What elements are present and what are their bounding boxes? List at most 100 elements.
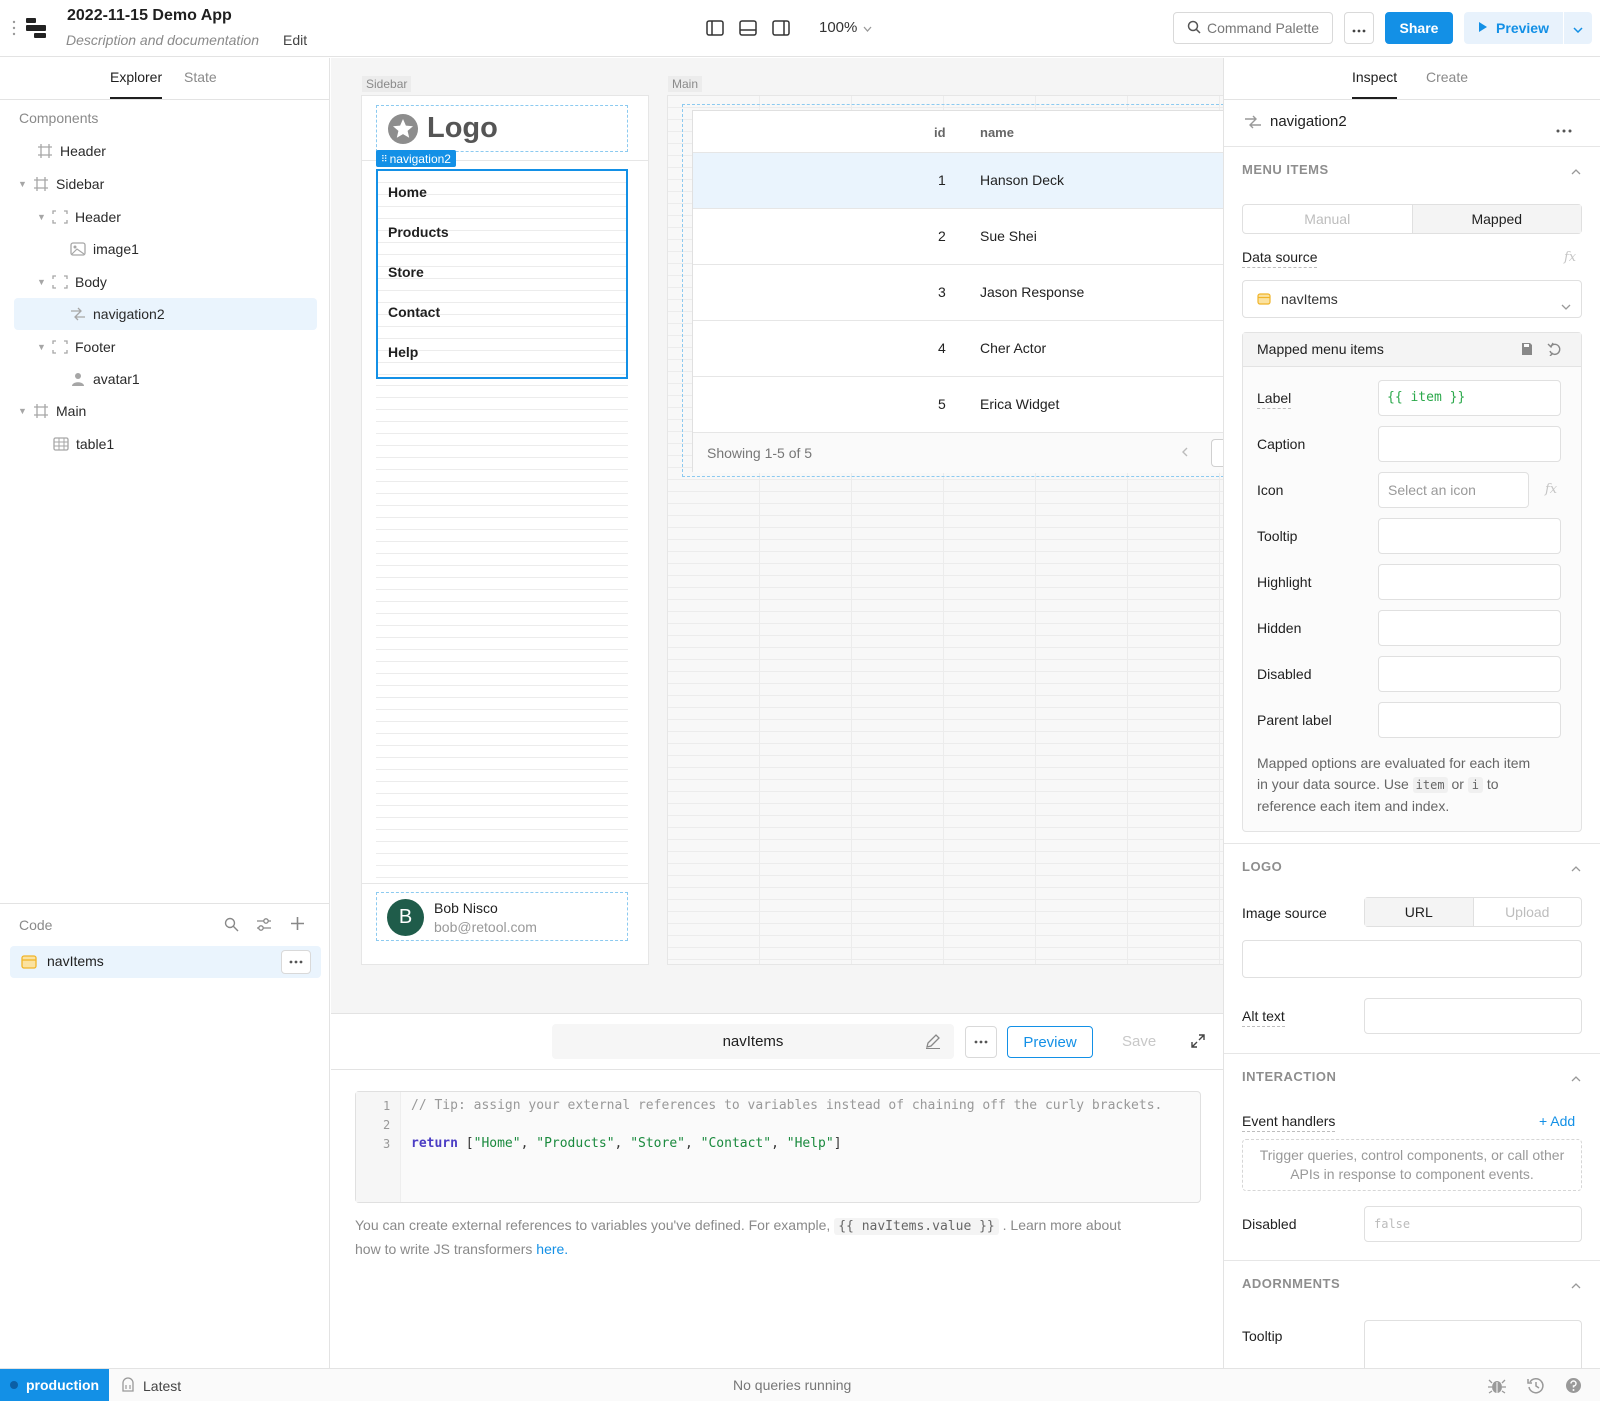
tree-item-header[interactable]: Header (22, 135, 106, 167)
nav-item-help[interactable]: Help (388, 344, 418, 360)
icon-select[interactable]: Select an icon (1378, 472, 1529, 508)
table-row[interactable]: 4 Cher Actor (693, 321, 1225, 377)
environment-badge[interactable]: production (0, 1369, 109, 1401)
highlight-input[interactable] (1378, 564, 1561, 600)
caret-down-icon[interactable]: ▼ (18, 406, 30, 416)
hidden-input[interactable] (1378, 610, 1561, 646)
column-header-name[interactable]: name (980, 125, 1014, 140)
app-description[interactable]: Description and documentation (66, 32, 259, 48)
fx-icon[interactable]: fx (1564, 250, 1576, 265)
adornments-tooltip-input[interactable] (1364, 1320, 1582, 1368)
data-source-select[interactable]: navItems (1242, 280, 1582, 318)
image-url-input[interactable] (1242, 940, 1582, 978)
toggle-right-panel-icon[interactable] (772, 20, 790, 39)
sidebar-frame[interactable]: Logo ⠿ navigation2 Home Products Store C… (361, 95, 649, 965)
nav-item-store[interactable]: Store (388, 264, 424, 280)
sidebar-frame-tag[interactable]: Sidebar (362, 76, 412, 92)
table1[interactable]: id name 1 Hanson Deck 2 Sue Shei 3 Jason… (692, 110, 1225, 473)
caret-down-icon[interactable]: ▼ (37, 277, 49, 287)
tree-item-sidebar-header[interactable]: ▼ Header (37, 201, 121, 233)
search-code-icon[interactable] (224, 917, 239, 935)
mode-mapped-button[interactable]: Mapped (1412, 205, 1581, 233)
toggle-left-panel-icon[interactable] (706, 20, 724, 39)
section-title-logo[interactable]: LOGO (1242, 859, 1282, 874)
tree-item-avatar1[interactable]: avatar1 (67, 363, 140, 395)
section-title-adornments[interactable]: ADORNMENTS (1242, 1276, 1340, 1291)
image-source-url-button[interactable]: URL (1365, 898, 1474, 926)
version-selector[interactable]: Latest (121, 1377, 181, 1395)
edit-description-link[interactable]: Edit (283, 32, 307, 48)
image-source-upload-button[interactable]: Upload (1474, 898, 1582, 926)
table-row[interactable]: 1 Hanson Deck (693, 153, 1225, 209)
drag-handle-icon[interactable] (12, 20, 16, 36)
avatar-component[interactable]: B Bob Nisco bob@retool.com (376, 892, 628, 941)
chevron-up-icon[interactable] (1571, 1069, 1581, 1085)
tree-item-sidebar[interactable]: ▼ Sidebar (18, 168, 104, 200)
tab-state[interactable]: State (184, 69, 217, 97)
editor-more-button[interactable] (965, 1026, 997, 1058)
reset-icon[interactable] (1547, 341, 1561, 359)
table-row[interactable]: 5 Erica Widget (693, 377, 1225, 433)
selected-component-badge[interactable]: ⠿ navigation2 (376, 150, 456, 167)
toggle-bottom-panel-icon[interactable] (739, 20, 757, 39)
caret-down-icon[interactable]: ▼ (37, 342, 49, 352)
code-item-navitems[interactable]: navItems (10, 946, 321, 978)
more-options-button[interactable] (1344, 12, 1374, 44)
parent-label-input[interactable] (1378, 702, 1561, 738)
tree-item-footer[interactable]: ▼ Footer (37, 331, 115, 363)
component-menu-icon[interactable] (1556, 120, 1572, 136)
tree-item-navigation2[interactable]: navigation2 (67, 298, 165, 330)
logo-image[interactable]: Logo (376, 105, 628, 152)
query-name-field[interactable]: navItems (552, 1024, 954, 1059)
caret-down-icon[interactable]: ▼ (37, 212, 49, 222)
caret-down-icon[interactable]: ▼ (18, 179, 30, 189)
bug-icon[interactable] (1488, 1377, 1506, 1397)
tab-explorer[interactable]: Explorer (110, 69, 163, 99)
tab-inspect[interactable]: Inspect (1352, 69, 1398, 99)
add-code-icon[interactable] (290, 916, 305, 934)
expand-icon[interactable] (1191, 1034, 1205, 1051)
tree-item-image1[interactable]: image1 (67, 233, 139, 265)
interaction-disabled-input[interactable]: false (1364, 1206, 1582, 1242)
inspected-component-name[interactable]: navigation2 (1270, 113, 1347, 130)
chevron-left-icon[interactable] (1181, 445, 1189, 461)
help-icon[interactable] (1565, 1377, 1582, 1397)
navigation-component[interactable]: Home Products Store Contact Help (376, 169, 628, 379)
mode-manual-button[interactable]: Manual (1243, 205, 1413, 233)
label-input[interactable]: {{ item }} (1378, 380, 1561, 416)
chevron-up-icon[interactable] (1571, 162, 1581, 178)
add-event-handler-button[interactable]: + Add (1539, 1113, 1575, 1129)
preview-dropdown-button[interactable] (1564, 12, 1592, 44)
chevron-up-icon[interactable] (1571, 859, 1581, 875)
tab-create[interactable]: Create (1426, 69, 1468, 97)
pencil-edit-icon[interactable] (925, 1033, 941, 1052)
code-item-menu-button[interactable] (281, 950, 311, 974)
chevron-up-icon[interactable] (1571, 1276, 1581, 1292)
caption-input[interactable] (1378, 426, 1561, 462)
section-title-menu-items[interactable]: MENU ITEMS (1242, 162, 1329, 177)
editor-preview-button[interactable]: Preview (1007, 1026, 1093, 1058)
tree-item-table1[interactable]: table1 (50, 428, 114, 460)
zoom-select[interactable]: 100% (819, 19, 872, 36)
tooltip-input[interactable] (1378, 518, 1561, 554)
column-header-id[interactable]: id (934, 125, 946, 140)
section-title-interaction[interactable]: INTERACTION (1242, 1069, 1336, 1084)
alt-text-input[interactable] (1364, 998, 1582, 1034)
table-row[interactable]: 3 Jason Response (693, 265, 1225, 321)
save-icon[interactable] (1521, 342, 1533, 359)
retool-logo-icon[interactable] (24, 17, 48, 42)
table-row[interactable]: 2 Sue Shei (693, 209, 1225, 265)
tree-item-body[interactable]: ▼ Body (37, 266, 107, 298)
preview-button[interactable]: Preview (1464, 12, 1563, 44)
disabled-input[interactable] (1378, 656, 1561, 692)
app-title[interactable]: 2022-11-15 Demo App (67, 7, 232, 25)
share-button[interactable]: Share (1385, 12, 1453, 44)
nav-item-contact[interactable]: Contact (388, 304, 440, 320)
filter-sliders-icon[interactable] (256, 917, 272, 935)
help-link[interactable]: here. (536, 1241, 568, 1257)
tree-item-main[interactable]: ▼ Main (18, 395, 86, 427)
history-icon[interactable] (1527, 1377, 1544, 1397)
main-frame[interactable]: id name 1 Hanson Deck 2 Sue Shei 3 Jason… (667, 95, 1225, 965)
main-frame-tag[interactable]: Main (668, 76, 703, 92)
fx-icon[interactable]: fx (1545, 482, 1557, 497)
